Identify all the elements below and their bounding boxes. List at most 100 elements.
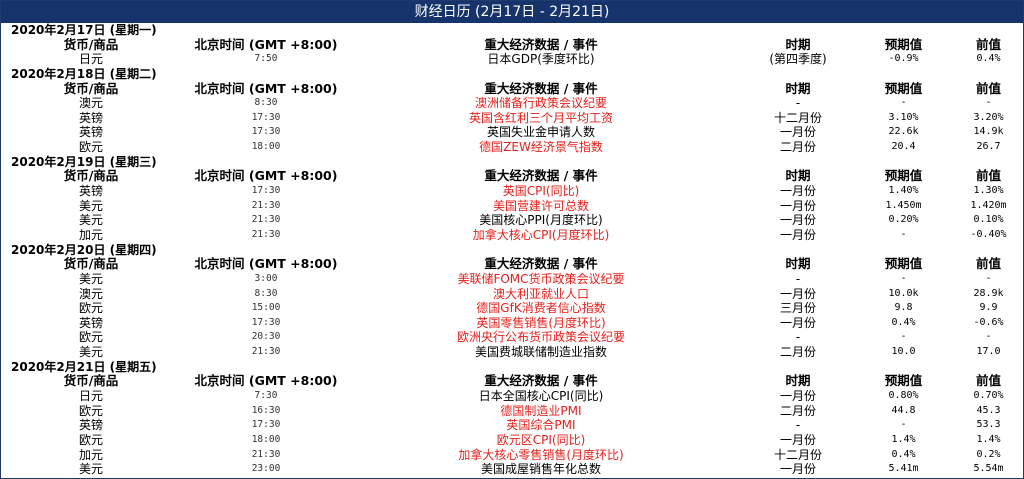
previous-cell: 28.9k [973, 287, 1004, 299]
event-row: 加元 21:30 加拿大核心零售销售(月度环比) 十二月份 0.4% 0.2% [1, 448, 1023, 463]
time-cell: 23:00 [251, 463, 281, 475]
currency-cell: 日元 [78, 389, 103, 404]
date-label: 2020年2月21日 (星期五) [11, 359, 157, 374]
currency-cell: 美元 [78, 462, 103, 477]
time-cell: 17:30 [251, 126, 281, 138]
header-previous: 前值 [975, 373, 1001, 389]
header-event: 重大经济数据 / 事件 [484, 256, 598, 272]
previous-cell: 0.70% [973, 390, 1004, 402]
event-cell: 澳大利亚就业人口 [492, 286, 589, 301]
header-event: 重大经济数据 / 事件 [484, 80, 598, 96]
header-event: 重大经济数据 / 事件 [484, 36, 598, 52]
event-cell: 美联储FOMC货币政策会议纪要 [457, 271, 625, 286]
time-cell: 16:30 [251, 404, 281, 416]
date-row: 2020年2月20日 (星期四) [1, 243, 1023, 258]
previous-cell: 17.0 [976, 346, 1001, 358]
event-cell: 德国ZEW经济景气指数 [479, 140, 603, 155]
event-row: 英镑 17:30 英国失业金申请人数 一月份 22.6k 14.9k [1, 125, 1023, 140]
header-currency: 货币/商品 [63, 256, 119, 272]
event-cell: 英国零售销售(月度环比) [476, 315, 606, 330]
event-cell: 美国费城联储制造业指数 [474, 345, 607, 360]
event-row: 澳元 8:30 澳大利亚就业人口 一月份 10.0k 28.9k [1, 287, 1023, 302]
previous-cell: -0.6% [973, 316, 1004, 328]
column-header-row: 货币/商品 北京时间 (GMT +8:00) 重大经济数据 / 事件 时期 预期值 前值 [1, 169, 1023, 184]
currency-cell: 英镑 [78, 125, 103, 140]
currency-cell: 英镑 [78, 184, 103, 199]
event-cell: 美国成屋销售年化总数 [480, 462, 601, 477]
event-cell: 德国制造业PMI [500, 403, 582, 418]
event-row: 欧元 16:30 德国制造业PMI 二月份 44.8 45.3 [1, 404, 1023, 419]
event-row: 美元 21:30 美国核心PPI(月度环比) 一月份 0.20% 0.10% [1, 213, 1023, 228]
date-row: 2020年2月21日 (星期五) [1, 360, 1023, 375]
currency-cell: 美元 [78, 271, 103, 286]
previous-cell: 5.54m [973, 463, 1004, 475]
time-cell: 20:30 [251, 331, 281, 343]
previous-cell: 14.9k [973, 126, 1004, 138]
date-label: 2020年2月18日 (星期二) [11, 66, 157, 81]
event-row: 美元 21:30 美国费城联储制造业指数 二月份 10.0 17.0 [1, 345, 1023, 360]
event-row: 英镑 17:30 英国零售销售(月度环比) 一月份 0.4% -0.6% [1, 316, 1023, 331]
event-row: 欧元 15:00 德国GfK消费者信心指数 三月份 9.8 9.9 [1, 301, 1023, 316]
time-cell: 21:30 [251, 346, 281, 358]
date-row: 2020年2月17日 (星期一) [1, 23, 1023, 38]
time-cell: 7:30 [254, 390, 278, 402]
previous-cell: 0.2% [976, 448, 1001, 460]
calendar-body: 2020年2月17日 (星期一) 货币/商品 北京时间 (GMT +8:00) 重大经… [1, 23, 1023, 477]
event-row: 美元 3:00 美联储FOMC货币政策会议纪要 - - - [1, 272, 1023, 287]
previous-cell: -0.40% [970, 228, 1007, 240]
event-cell: 英国综合PMI [506, 418, 576, 433]
page-title: 财经日历 (2月17日 - 2月21日) [1, 1, 1023, 23]
event-row: 日元 7:30 日本全国核心CPI(同比) 一月份 0.80% 0.70% [1, 389, 1023, 404]
currency-cell: 加元 [78, 227, 103, 242]
previous-cell: 1.30% [973, 185, 1004, 197]
header-event: 重大经济数据 / 事件 [484, 168, 598, 184]
currency-cell: 美元 [78, 213, 103, 228]
currency-cell: 欧元 [78, 330, 103, 345]
header-currency: 货币/商品 [63, 168, 119, 184]
date-label: 2020年2月19日 (星期三) [11, 154, 157, 169]
time-cell: 18:00 [251, 433, 281, 445]
event-cell: 美国核心PPI(月度环比) [479, 213, 603, 228]
header-time: 北京时间 (GMT +8:00) [194, 373, 338, 389]
currency-cell: 英镑 [78, 418, 103, 433]
event-cell: 澳洲储备行政策会议纪要 [474, 96, 607, 111]
event-cell: 美国营建许可总数 [492, 198, 589, 213]
event-row: 欧元 20:30 欧洲央行公布货币政策会议纪要 - - - [1, 330, 1023, 345]
currency-cell: 英镑 [78, 315, 103, 330]
header-previous: 前值 [975, 80, 1001, 96]
event-row: 澳元 8:30 澳洲储备行政策会议纪要 - - - [1, 96, 1023, 111]
time-cell: 17:30 [251, 316, 281, 328]
currency-cell: 澳元 [78, 96, 103, 111]
event-cell: 德国GfK消费者信心指数 [476, 301, 606, 316]
currency-cell: 欧元 [78, 403, 103, 418]
time-cell: 17:30 [251, 419, 281, 431]
event-cell: 欧元区CPI(同比) [496, 432, 586, 447]
date-row: 2020年2月18日 (星期二) [1, 67, 1023, 82]
previous-cell: 26.7 [976, 141, 1001, 153]
previous-cell: 1.420m [970, 199, 1007, 211]
time-cell: 17:30 [251, 185, 281, 197]
event-cell: 英国含红利三个月平均工资 [468, 110, 613, 125]
currency-cell: 欧元 [78, 432, 103, 447]
time-cell: 8:30 [254, 287, 278, 299]
date-row: 2020年2月19日 (星期三) [1, 155, 1023, 170]
previous-cell: 1.4% [976, 433, 1001, 445]
previous-cell: - [985, 331, 992, 343]
header-time: 北京时间 (GMT +8:00) [194, 168, 338, 184]
event-row: 美元 23:00 美国成屋销售年化总数 一月份 5.41m 5.54m [1, 462, 1023, 477]
currency-cell: 欧元 [78, 140, 103, 155]
header-previous: 前值 [975, 36, 1001, 52]
event-row: 美元 21:30 美国营建许可总数 一月份 1.450m 1.420m [1, 199, 1023, 214]
event-cell: 英国CPI(同比) [502, 184, 580, 199]
currency-cell: 加元 [78, 447, 103, 462]
event-row: 英镑 17:30 英国综合PMI - -53.3 [1, 418, 1023, 433]
event-cell: 加拿大核心CPI(月度环比) [472, 227, 610, 242]
header-previous: 前值 [975, 256, 1001, 272]
time-cell: 3:00 [254, 272, 278, 284]
previous-cell: 45.3 [976, 404, 1001, 416]
event-row: 英镑 17:30 英国含红利三个月平均工资 十二月份 3.10% 3.20% [1, 111, 1023, 126]
previous-cell: - [985, 97, 992, 109]
previous-cell: 3.20% [973, 111, 1004, 123]
time-cell: 15:00 [251, 302, 281, 314]
column-header-row: 货币/商品 北京时间 (GMT +8:00) 重大经济数据 / 事件 时期 预期值 前值 [1, 80, 1023, 97]
